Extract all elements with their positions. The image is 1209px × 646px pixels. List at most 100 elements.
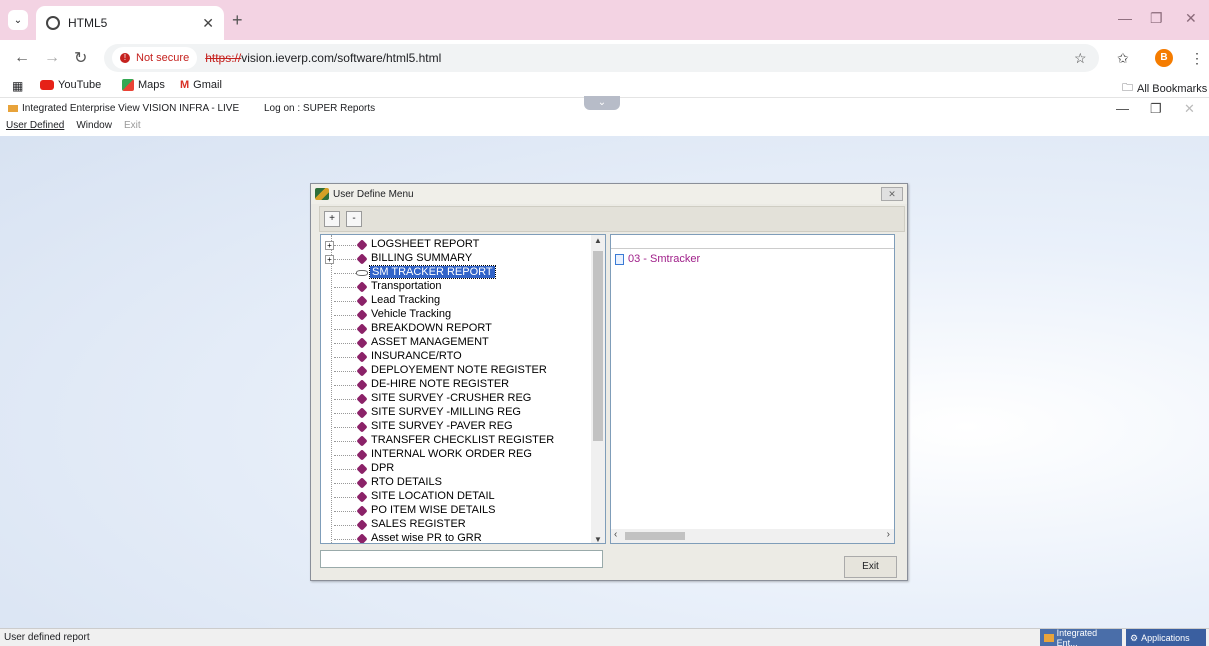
back-icon[interactable]: ←: [14, 49, 30, 67]
tree-connector: [334, 441, 356, 442]
report-horizontal-scrollbar[interactable]: ‹ ›: [611, 529, 894, 543]
gmail-icon: M: [180, 79, 190, 91]
tree-vertical-scrollbar[interactable]: ▲ ▼: [591, 235, 605, 543]
tree-item[interactable]: DPR: [321, 462, 591, 476]
tree-connector: [334, 287, 356, 288]
tree-item-label: Vehicle Tracking: [371, 308, 452, 320]
scroll-up-icon[interactable]: ▲: [594, 236, 602, 245]
bookmark-star-icon[interactable]: ☆: [1074, 50, 1087, 67]
app-minimize-icon[interactable]: —: [1116, 101, 1129, 116]
collapse-chevron-icon[interactable]: ⌄: [584, 96, 620, 110]
warning-icon: !: [120, 53, 130, 63]
dialog-title: User Define Menu: [333, 188, 414, 200]
tree-connector: [334, 329, 356, 330]
tree-connector: [334, 497, 356, 498]
profile-avatar[interactable]: B: [1155, 49, 1173, 67]
report-list-pane[interactable]: 03 - Smtracker ‹ ›: [610, 234, 895, 544]
tree-item-label: INTERNAL WORK ORDER REG: [371, 448, 532, 460]
security-chip[interactable]: ! Not secure: [112, 47, 198, 69]
tree-item[interactable]: RTO DETAILS: [321, 476, 591, 490]
tree-item[interactable]: DE-HIRE NOTE REGISTER: [321, 378, 591, 392]
document-icon: [615, 253, 624, 265]
reload-icon[interactable]: ↻: [74, 48, 87, 68]
tree-item-label: INSURANCE/RTO: [371, 350, 462, 362]
tree-item[interactable]: Transportation: [321, 280, 591, 294]
minimize-icon[interactable]: —: [1118, 10, 1132, 26]
tree-connector: [334, 273, 356, 274]
new-tab-button[interactable]: +: [232, 10, 243, 31]
tree-item[interactable]: SITE SURVEY -PAVER REG: [321, 420, 591, 434]
taskbar-item-applications[interactable]: ⚙ Applications: [1126, 629, 1206, 646]
tree-item[interactable]: PO ITEM WISE DETAILS: [321, 504, 591, 518]
close-window-icon[interactable]: ✕: [1185, 10, 1197, 27]
dialog-titlebar: User Define Menu: [311, 184, 907, 204]
bookmark-maps[interactable]: Maps: [122, 79, 165, 91]
tree-item[interactable]: Vehicle Tracking: [321, 308, 591, 322]
maps-icon: [122, 79, 134, 91]
tree-item[interactable]: Lead Tracking: [321, 294, 591, 308]
tree-item-label: SITE SURVEY -PAVER REG: [371, 420, 513, 432]
tab-close-icon[interactable]: ✕: [202, 15, 214, 32]
dialog-status-field[interactable]: [320, 550, 603, 568]
tree-item[interactable]: Asset wise PR to GRR: [321, 532, 591, 543]
window-icon: [1044, 634, 1054, 642]
tree-connector: [334, 371, 356, 372]
menu-dots-icon[interactable]: ⋮: [1190, 50, 1204, 67]
expand-icon[interactable]: +: [325, 254, 334, 264]
tree-item[interactable]: INTERNAL WORK ORDER REG: [321, 448, 591, 462]
menu-exit[interactable]: Exit: [124, 120, 141, 136]
forward-icon[interactable]: →: [44, 49, 60, 67]
menu-user-defined[interactable]: User Defined: [6, 120, 64, 136]
tree-item[interactable]: BREAKDOWN REPORT: [321, 322, 591, 336]
menu-tree[interactable]: + LOGSHEET REPORT + BILLING SUMMARY SM TRACK…: [320, 234, 606, 544]
tree-item[interactable]: SITE SURVEY -MILLING REG: [321, 406, 591, 420]
dialog-close-icon[interactable]: ✕: [881, 187, 903, 201]
scroll-thumb[interactable]: [593, 251, 603, 441]
tree-item[interactable]: INSURANCE/RTO: [321, 350, 591, 364]
apps-grid-icon[interactable]: ▦: [12, 79, 23, 93]
app-close-icon[interactable]: ✕: [1184, 101, 1195, 117]
all-bookmarks[interactable]: 🗀 All Bookmarks: [1122, 79, 1207, 98]
scroll-right-icon[interactable]: ›: [887, 529, 890, 540]
menu-window[interactable]: Window: [76, 120, 112, 136]
url-text[interactable]: https://vision.ieverp.com/software/html5…: [205, 51, 441, 65]
report-item[interactable]: 03 - Smtracker: [615, 253, 700, 265]
browser-tab[interactable]: HTML5 ✕: [36, 6, 224, 40]
restore-icon[interactable]: ❐: [1150, 10, 1163, 27]
folder-icon: 🗀: [1122, 82, 1133, 94]
tree-item[interactable]: ASSET MANAGEMENT: [321, 336, 591, 350]
app-titlebar: Integrated Enterprise View VISION INFRA …: [0, 96, 1209, 120]
report-list-header: [611, 235, 894, 249]
expand-icon[interactable]: +: [325, 240, 334, 250]
tree-item[interactable]: SALES REGISTER: [321, 518, 591, 532]
tree-item-label: ASSET MANAGEMENT: [371, 336, 489, 348]
bookmark-youtube[interactable]: YouTube: [40, 79, 101, 91]
exit-button[interactable]: Exit: [844, 556, 897, 578]
expand-all-button[interactable]: +: [324, 211, 340, 227]
scroll-left-icon[interactable]: ‹: [614, 529, 617, 540]
diamond-icon: [356, 505, 368, 517]
tree-item[interactable]: + BILLING SUMMARY: [321, 252, 591, 266]
tree-item[interactable]: + LOGSHEET REPORT: [321, 238, 591, 252]
scroll-down-icon[interactable]: ▼: [594, 535, 602, 543]
app-restore-icon[interactable]: ❐: [1150, 101, 1162, 117]
collapse-all-button[interactable]: -: [346, 211, 362, 227]
tree-connector: [334, 413, 356, 414]
extensions-icon[interactable]: ✩: [1117, 50, 1129, 67]
dialog-toolbar: + -: [319, 206, 905, 232]
bookmark-gmail[interactable]: M Gmail: [180, 79, 222, 91]
tree-item[interactable]: SITE SURVEY -CRUSHER REG: [321, 392, 591, 406]
tree-item-label: DEPLOYEMENT NOTE REGISTER: [371, 364, 547, 376]
tree-item-label: SM TRACKER REPORT: [369, 265, 496, 279]
tab-search-button[interactable]: ⌄: [8, 10, 28, 30]
tree-connector: [334, 511, 356, 512]
tree-item[interactable]: SM TRACKER REPORT: [321, 265, 591, 280]
tree-item-label: BILLING SUMMARY: [371, 252, 473, 264]
taskbar-item-integrated[interactable]: Integrated Ent...: [1040, 628, 1122, 646]
tree-item[interactable]: DEPLOYEMENT NOTE REGISTER: [321, 364, 591, 378]
tree-item-label: Transportation: [371, 280, 442, 292]
address-bar[interactable]: ! Not secure https://vision.ieverp.com/s…: [104, 44, 1099, 72]
tree-item[interactable]: SITE LOCATION DETAIL: [321, 490, 591, 504]
tree-item[interactable]: TRANSFER CHECKLIST REGISTER: [321, 434, 591, 448]
hscroll-thumb[interactable]: [625, 532, 685, 540]
